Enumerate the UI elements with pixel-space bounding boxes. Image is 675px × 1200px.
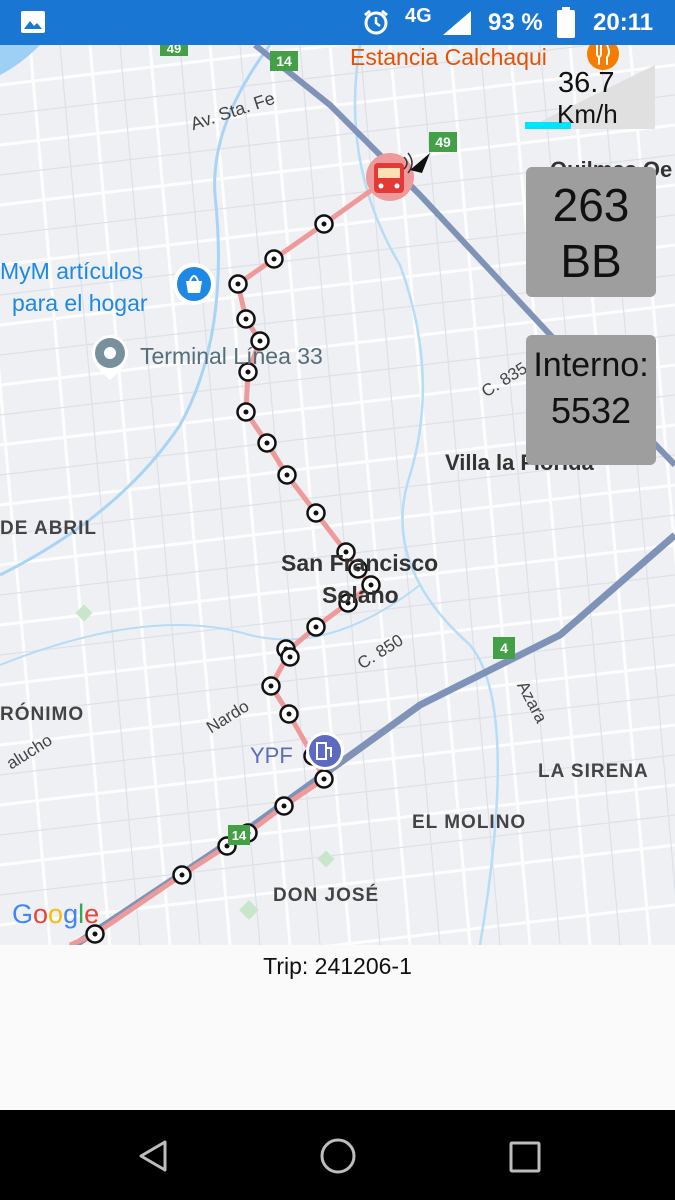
bus-stop-dot (271, 256, 277, 262)
battery-icon (557, 7, 575, 38)
gas-station-pin-icon[interactable] (306, 732, 344, 770)
area-label-2: Solano (322, 582, 399, 608)
recents-icon[interactable] (508, 1140, 542, 1174)
park (75, 604, 93, 622)
shopping-pin-icon[interactable] (173, 263, 215, 305)
line-number-panel: 263 BB (526, 167, 656, 297)
bus-stop-dot (243, 316, 249, 322)
speed-indicator: 36.7 Km/h (525, 65, 657, 131)
bus-stop-dot (286, 711, 292, 717)
bus-location-icon[interactable] (366, 152, 414, 201)
map-view[interactable]: 49 14 49 4 14 Google Estancia Calchaqui … (0, 45, 675, 945)
poi-label-terminal[interactable]: Terminal Línea 33 (140, 343, 323, 370)
line-number: 263 (552, 179, 630, 231)
bus-stop-dot (245, 369, 251, 375)
park (317, 850, 335, 868)
route-shield-49b: 49 (429, 132, 457, 152)
bus-stop-dot (235, 281, 241, 287)
svg-text:14: 14 (276, 53, 292, 69)
bus-stop-dot (243, 409, 249, 415)
speed-value: 36.7 (558, 67, 615, 99)
bus-stop-dot (313, 624, 319, 630)
svg-text:49: 49 (167, 45, 181, 56)
svg-text:49: 49 (435, 134, 451, 150)
route-shield-14a: 14 (270, 51, 298, 71)
poi-label-mym-2[interactable]: para el hogar (12, 290, 148, 317)
alarm-icon (364, 9, 388, 35)
bus-stop-dot (268, 683, 274, 689)
trip-info-area: Trip: 241206-1 (0, 945, 675, 1110)
status-bar: 4G 93 % 20:11 (0, 0, 675, 45)
poi-label-mym-1[interactable]: MyM artículos (0, 258, 143, 285)
bus-stop-dot (287, 654, 293, 660)
line-branch: BB (560, 235, 622, 287)
trip-label: Trip: 241206-1 (263, 953, 412, 979)
area-label: DE ABRIL (0, 518, 98, 539)
bus-stop-dot (179, 872, 185, 878)
bus-stop-dot (92, 931, 98, 937)
poi-label-ypf[interactable]: YPF (250, 743, 293, 769)
interno-value: 5532 (550, 390, 632, 431)
bus-stop-dot (321, 221, 327, 227)
home-icon[interactable] (319, 1137, 357, 1175)
clock: 20:11 (593, 9, 654, 36)
water (0, 45, 40, 75)
bus-stop-dot (321, 776, 327, 782)
back-icon[interactable] (135, 1138, 171, 1174)
route-shield-4: 4 (493, 637, 515, 659)
network-type: 4G (405, 5, 432, 27)
interno-panel: Interno: 5532 (526, 335, 656, 465)
bus-stop-dot (281, 803, 287, 809)
area-label: RÓNIMO (0, 704, 85, 725)
interno-label: Interno: (533, 346, 649, 384)
svg-text:14: 14 (232, 828, 247, 843)
area-label: LA SIRENA (538, 761, 649, 782)
area-label: EL MOLINO (412, 812, 527, 833)
battery-percent: 93 % (488, 9, 543, 36)
area-label-1: San Francisco (281, 550, 439, 576)
svg-text:4: 4 (500, 640, 508, 656)
bus-stop-dot (313, 510, 319, 516)
bus-stop-dot (284, 472, 290, 478)
speed-unit: Km/h (557, 99, 618, 129)
gallery-icon (21, 11, 45, 33)
poi-label-estancia[interactable]: Estancia Calchaqui (350, 45, 547, 71)
bus-stop-dot (264, 440, 270, 446)
area-label: DON JOSÉ (273, 885, 380, 906)
route-shield-14b: 14 (228, 825, 250, 845)
route-shield-49a: 49 (160, 45, 188, 56)
google-logo: Google (12, 899, 99, 929)
signal-icon (443, 11, 471, 35)
navigation-bar (0, 1110, 675, 1200)
